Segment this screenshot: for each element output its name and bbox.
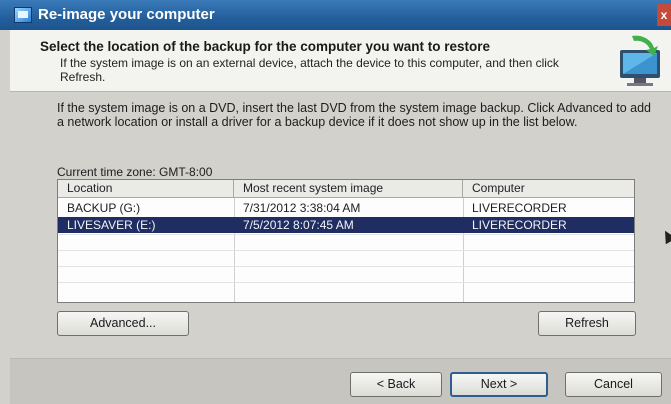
timezone-label: Current time zone: GMT-8:00 bbox=[57, 165, 213, 179]
close-button[interactable]: x bbox=[657, 4, 671, 26]
row-computer: LIVERECORDER bbox=[472, 201, 567, 215]
wizard-footer: < Back Next > Cancel bbox=[10, 359, 671, 404]
next-button[interactable]: Next > bbox=[450, 372, 548, 397]
window-title: Re-image your computer bbox=[38, 6, 215, 23]
table-row-selected[interactable]: LIVESAVER (E:) 7/5/2012 8:07:45 AM LIVER… bbox=[58, 217, 634, 233]
row-computer: LIVERECORDER bbox=[472, 218, 567, 232]
computer-monitor-icon bbox=[620, 35, 660, 86]
column-header-image[interactable]: Most recent system image bbox=[234, 180, 463, 198]
reimage-icon bbox=[14, 7, 32, 23]
empty-row bbox=[58, 266, 634, 282]
title-bar[interactable]: Re-image your computer x bbox=[0, 0, 671, 30]
page-heading: Select the location of the backup for th… bbox=[40, 39, 491, 54]
backup-list[interactable]: Location Most recent system image Comput… bbox=[57, 179, 635, 303]
row-image-date: 7/31/2012 3:38:04 AM bbox=[243, 201, 361, 215]
wizard-header: Select the location of the backup for th… bbox=[10, 30, 671, 92]
list-header: Location Most recent system image Comput… bbox=[58, 180, 634, 198]
row-image-date: 7/5/2012 8:07:45 AM bbox=[243, 218, 354, 232]
wizard-content: If the system image is on a DVD, insert … bbox=[10, 92, 671, 404]
page-subtext: If the system image is on an external de… bbox=[60, 56, 559, 84]
refresh-button[interactable]: Refresh bbox=[538, 311, 636, 336]
back-button[interactable]: < Back bbox=[350, 372, 442, 397]
cancel-button[interactable]: Cancel bbox=[565, 372, 662, 397]
empty-row bbox=[58, 234, 634, 250]
row-location: LIVESAVER (E:) bbox=[67, 218, 156, 232]
advanced-button[interactable]: Advanced... bbox=[57, 311, 189, 336]
reimage-dialog: Re-image your computer x Select the loca… bbox=[0, 0, 671, 404]
column-header-computer[interactable]: Computer bbox=[463, 180, 634, 198]
row-location: BACKUP (G:) bbox=[67, 201, 141, 215]
column-header-location[interactable]: Location bbox=[58, 180, 234, 198]
table-row[interactable]: BACKUP (G:) 7/31/2012 3:38:04 AM LIVEREC… bbox=[58, 200, 634, 216]
instructions-text: If the system image is on a DVD, insert … bbox=[57, 101, 652, 129]
empty-row bbox=[58, 282, 634, 298]
empty-row bbox=[58, 250, 634, 266]
